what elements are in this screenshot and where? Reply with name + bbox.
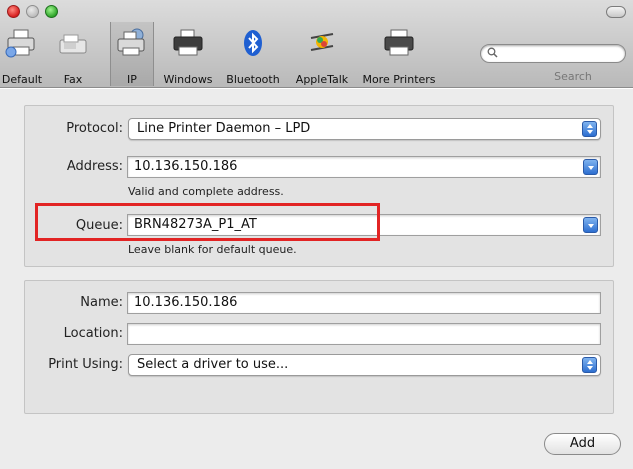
name-value: 10.136.150.186	[134, 295, 238, 310]
printer-info-group: Name: 10.136.150.186 Location: Print Usi…	[24, 280, 614, 414]
toolbar-windows-label: Windows	[163, 73, 213, 86]
toolbar-appletalk-button[interactable]: AppleTalk	[290, 22, 354, 86]
protocol-label: Protocol:	[66, 121, 123, 136]
connection-group: Protocol: Line Printer Daemon – LPD Addr…	[24, 105, 614, 267]
toolbar: Default Fax IP Windows Bluetooth AppleTa…	[0, 0, 633, 88]
address-hint: Valid and complete address.	[128, 185, 284, 198]
search-icon	[487, 47, 498, 61]
more-printers-icon	[382, 26, 416, 59]
address-label: Address:	[66, 159, 123, 174]
toolbar-more-printers-label: More Printers	[362, 73, 436, 86]
ip-printer-icon	[115, 26, 149, 59]
toolbar-more-printers-button[interactable]: More Printers	[360, 22, 438, 86]
toolbar-fax-label: Fax	[63, 73, 83, 86]
toolbar-bluetooth-label: Bluetooth	[226, 73, 280, 86]
main-content: Protocol: Line Printer Daemon – LPD Addr…	[0, 89, 633, 469]
location-label: Location:	[63, 326, 123, 341]
print-using-select[interactable]: Select a driver to use...	[128, 354, 601, 376]
fax-icon	[56, 26, 90, 59]
close-window-button[interactable]	[7, 5, 20, 18]
appletalk-icon	[305, 26, 339, 59]
chevron-updown-icon	[582, 121, 597, 137]
address-field[interactable]: 10.136.150.186	[127, 156, 601, 178]
toolbar-fax-button[interactable]: Fax	[48, 22, 98, 86]
name-field[interactable]: 10.136.150.186	[127, 292, 601, 314]
queue-dropdown-button[interactable]	[583, 217, 598, 233]
zoom-window-button[interactable]	[45, 5, 58, 18]
queue-hint: Leave blank for default queue.	[128, 243, 297, 256]
search-area: Search	[480, 44, 626, 83]
toolbar-default-button[interactable]: Default	[0, 22, 44, 86]
queue-highlight-box	[35, 203, 380, 241]
search-label: Search	[554, 70, 592, 83]
chevron-updown-icon	[582, 357, 597, 373]
default-printer-icon	[5, 26, 39, 59]
print-using-label: Print Using:	[48, 357, 123, 372]
minimize-window-button[interactable]	[26, 5, 39, 18]
toolbar-appletalk-label: AppleTalk	[295, 73, 349, 86]
print-using-value: Select a driver to use...	[137, 357, 289, 372]
toolbar-windows-button[interactable]: Windows	[159, 22, 217, 86]
bluetooth-icon	[236, 26, 270, 59]
location-field[interactable]	[127, 323, 601, 345]
add-button[interactable]: Add	[544, 433, 621, 455]
add-printer-window: Default Fax IP Windows Bluetooth AppleTa…	[0, 0, 633, 469]
windows-printer-icon	[171, 26, 205, 59]
window-controls	[7, 5, 58, 18]
name-label: Name:	[80, 295, 123, 310]
protocol-value: Line Printer Daemon – LPD	[137, 121, 311, 136]
search-input[interactable]	[480, 44, 626, 63]
address-dropdown-button[interactable]	[583, 159, 598, 175]
toolbar-ip-button[interactable]: IP	[110, 22, 154, 86]
toolbar-bluetooth-button[interactable]: Bluetooth	[223, 22, 283, 86]
toolbar-toggle-button[interactable]	[606, 6, 626, 18]
toolbar-ip-label: IP	[127, 73, 137, 86]
toolbar-default-label: Default	[1, 73, 43, 86]
address-value: 10.136.150.186	[134, 159, 238, 174]
protocol-select[interactable]: Line Printer Daemon – LPD	[128, 118, 601, 140]
